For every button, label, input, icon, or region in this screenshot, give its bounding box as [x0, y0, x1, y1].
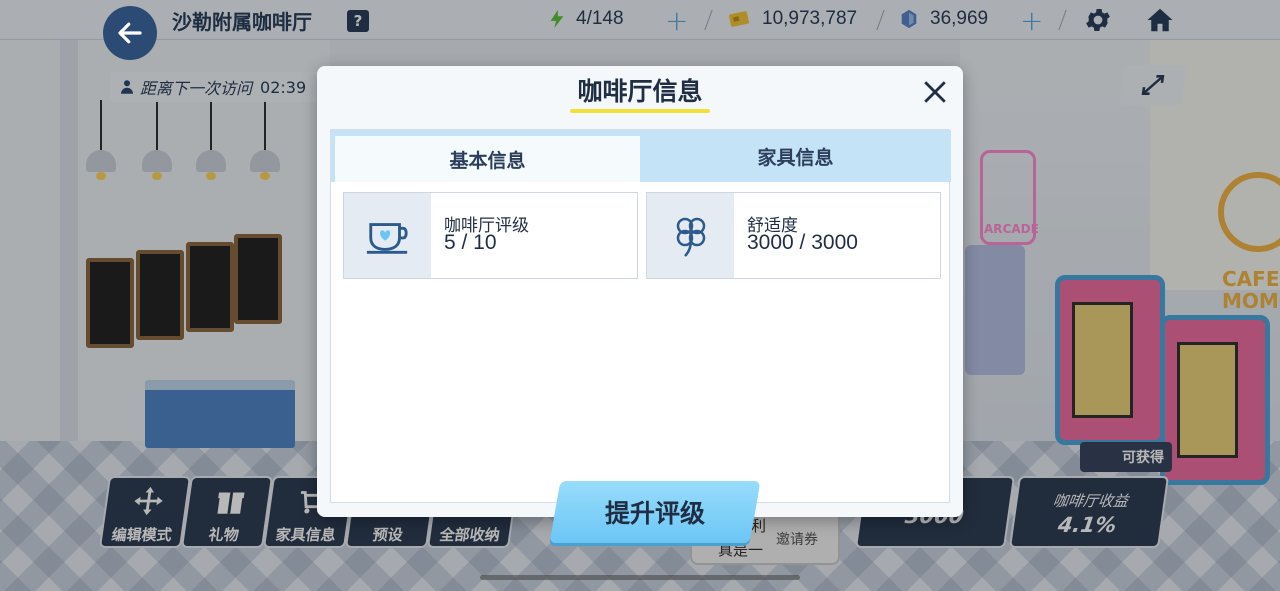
- card-icon-area: [344, 193, 431, 278]
- comfort-value: 3000 / 3000: [747, 231, 858, 254]
- clover-icon: [676, 217, 705, 257]
- cafe-rank-card: 咖啡厅评级 5 / 10: [343, 192, 638, 279]
- upgrade-rank-label: 提升评级: [604, 499, 705, 528]
- title-underline: [570, 109, 710, 113]
- dialog-panel: 基本信息 家具信息 咖啡厅评级 5 / 10 舒适度 3000 / 3000 提…: [330, 129, 951, 543]
- card-icon-area: [647, 193, 734, 278]
- tab-furniture-info[interactable]: 家具信息: [640, 130, 951, 182]
- back-button[interactable]: [103, 6, 157, 60]
- tab-bar: 基本信息 家具信息: [331, 130, 951, 182]
- coffee-cup-icon: [366, 222, 408, 254]
- close-button[interactable]: [917, 74, 953, 110]
- upgrade-rank-button[interactable]: 提升评级: [549, 481, 761, 543]
- cafe-info-dialog: 咖啡厅信息 基本信息 家具信息 咖啡厅评级 5 / 10 舒适度 3000 / …: [317, 66, 963, 543]
- close-icon: [924, 81, 946, 103]
- dialog-title: 咖啡厅信息: [577, 77, 703, 106]
- arrow-left-icon: [118, 22, 142, 44]
- cafe-rank-value: 5 / 10: [444, 231, 497, 254]
- comfort-card: 舒适度 3000 / 3000: [646, 192, 941, 279]
- tab-basic-info[interactable]: 基本信息: [331, 130, 640, 182]
